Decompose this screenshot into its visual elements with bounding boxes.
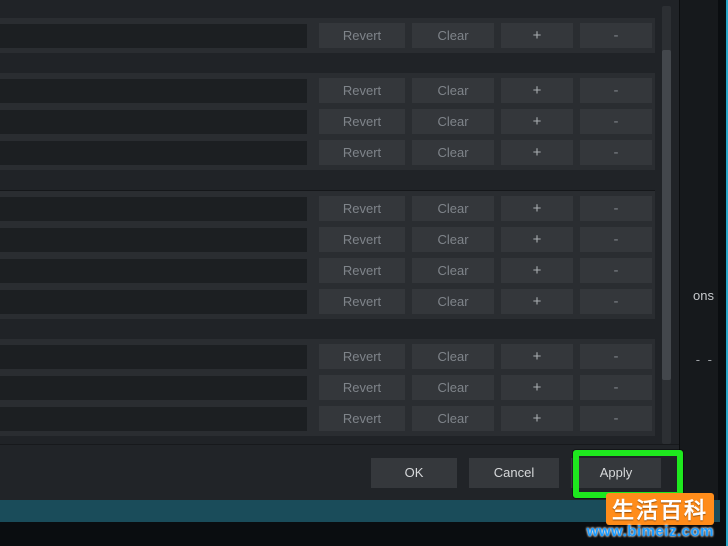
clear-button[interactable]: Clear <box>412 258 494 283</box>
clear-button[interactable]: Clear <box>412 344 494 369</box>
row-input-area[interactable] <box>0 407 307 431</box>
hotkey-row: Revert Clear +- <box>0 286 655 317</box>
add-button[interactable]: + <box>501 375 573 400</box>
remove-button[interactable]: - <box>580 375 652 400</box>
revert-button[interactable]: Revert <box>319 344 405 369</box>
revert-button[interactable]: Revert <box>319 78 405 103</box>
remove-button[interactable]: - <box>580 344 652 369</box>
remove-button[interactable]: - <box>580 227 652 252</box>
add-button[interactable]: + <box>501 78 573 103</box>
scrollbar-track[interactable] <box>662 6 671 444</box>
partial-label-ons: ons <box>693 288 714 303</box>
clear-button[interactable]: Clear <box>412 140 494 165</box>
row-input-area[interactable] <box>0 345 307 369</box>
row-input-area[interactable] <box>0 79 307 103</box>
row-input-area[interactable] <box>0 290 307 314</box>
ok-button[interactable]: OK <box>371 458 457 488</box>
add-button[interactable]: + <box>501 289 573 314</box>
remove-button[interactable]: - <box>580 258 652 283</box>
row-input-area[interactable] <box>0 141 307 165</box>
row-input-area[interactable] <box>0 259 307 283</box>
remove-button[interactable]: - <box>580 140 652 165</box>
hotkey-row: Revert Clear +- <box>0 106 655 137</box>
add-button[interactable]: + <box>501 344 573 369</box>
row-input-area[interactable] <box>0 376 307 400</box>
hotkey-row: Revert Clear +- <box>0 372 655 403</box>
revert-button[interactable]: Revert <box>319 227 405 252</box>
hotkey-row: Revert Clear +- <box>0 403 655 434</box>
hotkey-row: Revert Clear +- <box>0 193 655 224</box>
hotkey-row: Revert Clear +- <box>0 75 655 106</box>
revert-button[interactable]: Revert <box>319 23 405 48</box>
add-button[interactable]: + <box>501 109 573 134</box>
add-button[interactable]: + <box>501 227 573 252</box>
hotkey-row: Revert Clear +- <box>0 137 655 168</box>
hotkey-row: Revert Clear +- <box>0 255 655 286</box>
hotkey-row: Revert Clear +- <box>0 224 655 255</box>
add-button[interactable]: + <box>501 196 573 221</box>
clear-button[interactable]: Clear <box>412 196 494 221</box>
remove-button[interactable]: - <box>580 109 652 134</box>
hotkey-group: Revert Clear +- <box>0 18 655 53</box>
remove-button[interactable]: - <box>580 78 652 103</box>
remove-button[interactable]: - <box>580 196 652 221</box>
remove-button[interactable]: - <box>580 23 652 48</box>
add-button[interactable]: + <box>501 23 573 48</box>
right-side-panel: ons - - <box>676 0 718 500</box>
revert-button[interactable]: Revert <box>319 140 405 165</box>
watermark-line2: www.bimeiz.com <box>587 523 714 540</box>
row-input-area[interactable] <box>0 110 307 134</box>
revert-button[interactable]: Revert <box>319 196 405 221</box>
revert-button[interactable]: Revert <box>319 375 405 400</box>
clear-button[interactable]: Clear <box>412 406 494 431</box>
clear-button[interactable]: Clear <box>412 78 494 103</box>
revert-button[interactable]: Revert <box>319 109 405 134</box>
dialog-button-bar: OK Cancel Apply <box>0 444 679 500</box>
add-button[interactable]: + <box>501 406 573 431</box>
clear-button[interactable]: Clear <box>412 289 494 314</box>
remove-button[interactable]: - <box>580 289 652 314</box>
remove-button[interactable]: - <box>580 406 652 431</box>
hotkey-row: Revert Clear +- <box>0 20 655 51</box>
hotkey-group: RevertClear+-RevertClear+-RevertClear+- <box>0 73 655 170</box>
hotkey-group: RevertClear+-RevertClear+-RevertClear+- <box>0 339 655 436</box>
dialog-content: RevertClear+-RevertClear+-RevertClear+-R… <box>0 0 655 444</box>
row-input-area[interactable] <box>0 197 307 221</box>
clear-button[interactable]: Clear <box>412 109 494 134</box>
revert-button[interactable]: Revert <box>319 258 405 283</box>
add-button[interactable]: + <box>501 258 573 283</box>
settings-dialog: RevertClear+-RevertClear+-RevertClear+-R… <box>0 0 680 500</box>
clear-button[interactable]: Clear <box>412 227 494 252</box>
clear-button[interactable]: Clear <box>412 375 494 400</box>
row-input-area[interactable] <box>0 228 307 252</box>
dash-segment: - - <box>696 352 714 367</box>
status-strip <box>0 500 720 522</box>
clear-button[interactable]: Clear <box>412 23 494 48</box>
hotkey-group: RevertClear+-RevertClear+-RevertClear+-R… <box>0 191 655 319</box>
apply-button[interactable]: Apply <box>571 458 661 488</box>
cancel-button[interactable]: Cancel <box>469 458 559 488</box>
revert-button[interactable]: Revert <box>319 406 405 431</box>
hotkey-row: Revert Clear +- <box>0 341 655 372</box>
add-button[interactable]: + <box>501 140 573 165</box>
row-input-area[interactable] <box>0 24 307 48</box>
revert-button[interactable]: Revert <box>319 289 405 314</box>
scrollbar-thumb[interactable] <box>662 50 671 380</box>
